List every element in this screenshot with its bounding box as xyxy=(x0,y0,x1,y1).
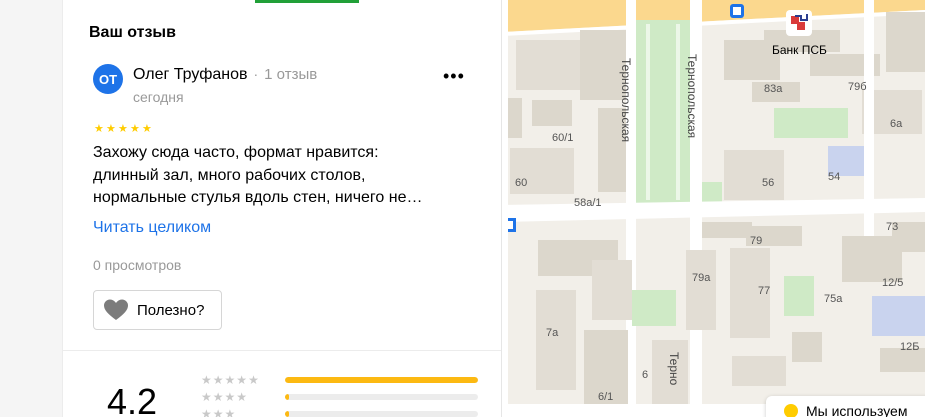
rating-bar-track xyxy=(285,394,478,400)
review-text: Захожу сюда часто, формат нравится: длин… xyxy=(93,144,423,206)
map-label-house: 6а xyxy=(890,118,903,130)
map-label-house: 75а xyxy=(824,293,843,305)
views-count: 0 просмотров xyxy=(93,257,182,273)
read-more-link[interactable]: Читать целиком xyxy=(93,219,211,237)
rating-row-stars: ★ ★ ★ ★ xyxy=(201,391,277,403)
map-label-house: 12/5 xyxy=(882,277,903,289)
rating-bar-fill xyxy=(285,377,478,383)
map-label-house: 79а xyxy=(692,272,711,284)
map-label-house: 7а xyxy=(546,327,559,339)
author-review-count: 1 отзыв xyxy=(264,66,318,83)
rating-bar-fill xyxy=(285,411,289,417)
review-panel: Ваш отзыв ОТ Олег Труфанов · 1 отзыв сег… xyxy=(62,0,502,417)
map-label-house: 58а/1 xyxy=(574,197,602,209)
more-options-button[interactable]: ••• xyxy=(443,67,465,85)
star-icon: ★ xyxy=(201,407,212,417)
cookie-icon xyxy=(784,404,798,417)
active-tab-indicator xyxy=(255,0,359,3)
star-icon: ★ xyxy=(142,123,152,135)
helpful-label: Полезно? xyxy=(137,301,205,319)
divider xyxy=(63,350,501,351)
star-icon: ★ xyxy=(236,373,248,387)
cookie-notice[interactable]: Мы используем xyxy=(766,396,925,417)
section-title: Ваш отзыв xyxy=(89,24,176,41)
separator-dot: · xyxy=(253,66,259,82)
rating-row-4: ★ ★ ★ ★ xyxy=(201,391,478,403)
star-icon: ★ xyxy=(201,373,212,387)
map-label-house: 54 xyxy=(828,171,840,183)
map-label-house: 83а xyxy=(764,83,783,95)
map-label-bank[interactable]: Банк ПСБ xyxy=(772,43,827,57)
rating-row-3: ★ ★ ★ xyxy=(201,408,478,417)
map-label-house: 79 xyxy=(750,235,762,247)
map-label-street: Тернопольская xyxy=(619,58,633,142)
map-canvas[interactable]: Банк ПСБ 60/1 60 58а/1 83а 79б 6а 56 54 … xyxy=(502,0,925,417)
map-label-house: 12Б xyxy=(900,341,919,353)
rating-bar-fill xyxy=(285,394,289,400)
map-label-house: 6 xyxy=(642,369,648,381)
rating-row-5: ★ ★ ★ ★ ★ xyxy=(201,374,478,386)
map-label-house: 60 xyxy=(515,177,527,189)
star-icon: ★ xyxy=(212,390,224,404)
helpful-button[interactable]: Полезно? xyxy=(93,290,222,330)
star-icon: ★ xyxy=(224,407,236,417)
review-stars: ★ ★ ★ ★ ★ xyxy=(94,124,153,135)
author-row: Олег Труфанов · 1 отзыв xyxy=(133,66,317,84)
star-icon: ★ xyxy=(130,123,140,135)
review-date: сегодня xyxy=(133,89,184,105)
map-label-house: 60/1 xyxy=(552,132,573,144)
map-label-street: Тернопольская xyxy=(685,54,699,138)
star-icon: ★ xyxy=(94,123,104,135)
star-icon: ★ xyxy=(106,123,116,135)
star-icon: ★ xyxy=(201,390,212,404)
star-icon: ★ xyxy=(224,373,236,387)
star-icon: ★ xyxy=(212,407,224,417)
avatar[interactable]: ОТ xyxy=(93,64,123,94)
heart-icon xyxy=(104,299,128,320)
left-sidebar-strip xyxy=(0,0,62,417)
star-icon: ★ xyxy=(236,390,248,404)
map-label-house: 77 xyxy=(758,285,770,297)
cookie-notice-text: Мы используем xyxy=(806,403,908,417)
star-icon: ★ xyxy=(212,373,224,387)
star-icon: ★ xyxy=(224,390,236,404)
rating-bar-track xyxy=(285,377,478,383)
average-rating: 4.2 xyxy=(107,381,158,417)
map-label-street: Терно xyxy=(667,352,681,386)
map-label-house: 6/1 xyxy=(598,391,613,403)
author-name[interactable]: Олег Труфанов xyxy=(133,66,248,84)
map-label-house: 79б xyxy=(848,81,867,93)
rating-row-stars: ★ ★ ★ xyxy=(201,408,277,417)
star-icon: ★ xyxy=(248,373,259,387)
map[interactable]: Банк ПСБ 60/1 60 58а/1 83а 79б 6а 56 54 … xyxy=(502,0,925,417)
map-label-house: 73 xyxy=(886,221,898,233)
rating-bar-track xyxy=(285,411,478,417)
star-icon: ★ xyxy=(118,123,128,135)
rating-row-stars: ★ ★ ★ ★ ★ xyxy=(201,374,277,386)
map-label-house: 56 xyxy=(762,177,774,189)
